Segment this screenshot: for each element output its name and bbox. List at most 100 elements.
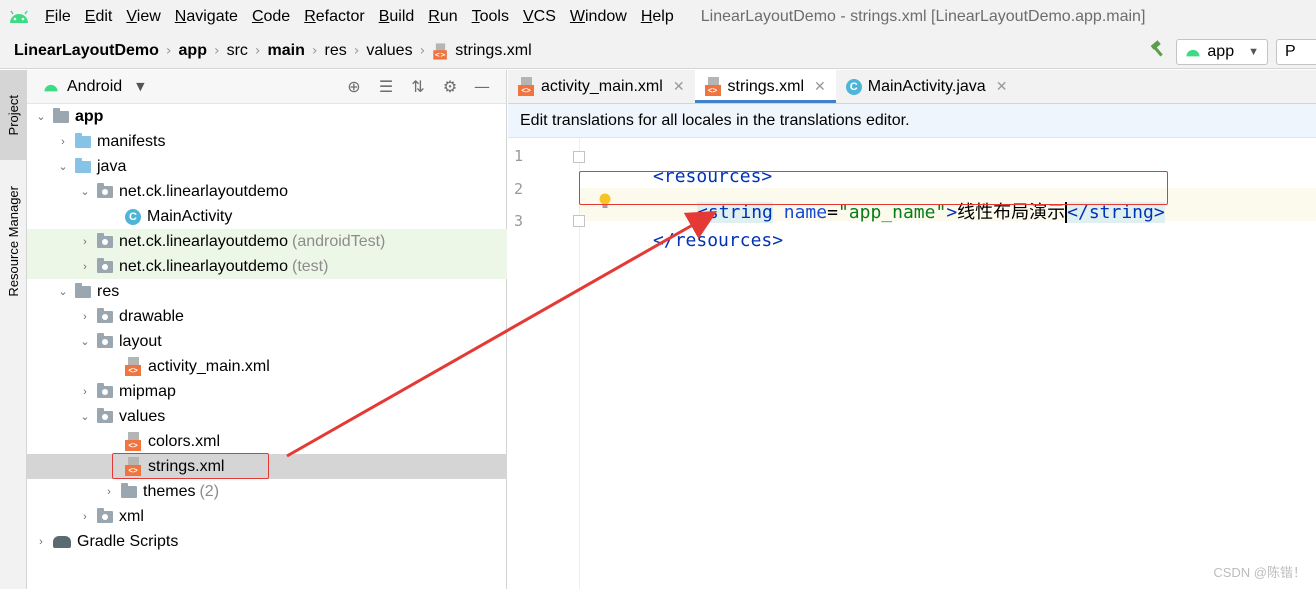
tab-project-tool[interactable]: Project	[0, 70, 27, 160]
tree-item-label: activity_main.xml	[148, 357, 270, 375]
menu-view[interactable]: View	[119, 8, 167, 26]
tree-item-gradle-scripts[interactable]: › Gradle Scripts	[27, 529, 507, 554]
chevron-right-icon[interactable]: ›	[79, 261, 91, 273]
tree-item-label: app	[75, 107, 104, 125]
xml-tag: </resources>	[653, 230, 784, 251]
menu-tools[interactable]: Tools	[465, 8, 516, 26]
folder-icon	[97, 307, 113, 323]
tree-item-mipmap[interactable]: › mipmap	[27, 379, 507, 404]
menu-run[interactable]: Run	[421, 8, 464, 26]
chevron-down-icon[interactable]: ⌄	[79, 335, 91, 348]
chevron-right-icon[interactable]: ›	[35, 536, 47, 548]
chevron-down-icon[interactable]: ▼	[136, 80, 144, 93]
menu-file[interactable]: File	[38, 8, 78, 26]
tree-item-colors-xml[interactable]: <> colors.xml	[27, 429, 507, 454]
tree-item-java[interactable]: ⌄ java	[27, 154, 507, 179]
xml-tag: </string>	[1065, 202, 1165, 223]
chevron-right-icon[interactable]: ›	[103, 486, 115, 498]
chevron-right-icon: ›	[213, 43, 220, 59]
tree-item-activity-main-xml[interactable]: <> activity_main.xml	[27, 354, 507, 379]
package-icon	[97, 232, 113, 248]
menu-code[interactable]: Code	[245, 8, 297, 26]
breadcrumb-res[interactable]: res	[324, 42, 346, 60]
collapse-all-icon[interactable]: ⇅	[402, 77, 434, 96]
tab-mainactivity-java[interactable]: C MainActivity.java ✕	[836, 70, 1018, 103]
gutter: 1 2 3	[508, 138, 585, 589]
xml-equals: =	[827, 202, 838, 223]
chevron-right-icon[interactable]: ›	[79, 236, 91, 248]
run-config-label: app	[1207, 42, 1235, 60]
tree-item-label: net.ck.linearlayoutdemo	[119, 257, 288, 275]
tree-item-layout[interactable]: ⌄ layout	[27, 329, 507, 354]
folder-icon	[97, 332, 113, 348]
chevron-right-icon: ›	[419, 43, 426, 59]
string-value: 线性布局演示	[957, 202, 1066, 223]
menu-edit[interactable]: Edit	[78, 8, 120, 26]
chevron-right-icon[interactable]: ›	[79, 311, 91, 323]
tree-item-package-androidtest[interactable]: › net.ck.linearlayoutdemo (androidTest)	[27, 229, 507, 254]
breadcrumb-module[interactable]: app	[179, 42, 207, 60]
tree-item-res[interactable]: ⌄ res	[27, 279, 507, 304]
project-view-selector[interactable]: Android	[67, 78, 122, 96]
code-area[interactable]: 1 2 3 <resources> <string name="app_name…	[508, 138, 1316, 589]
folder-icon	[121, 482, 137, 498]
tree-item-xml[interactable]: › xml	[27, 504, 507, 529]
tree-item-values[interactable]: ⌄ values	[27, 404, 507, 429]
close-icon[interactable]: ✕	[673, 78, 685, 95]
tree-item-label: themes	[143, 482, 196, 500]
chevron-right-icon[interactable]: ›	[57, 136, 69, 148]
breadcrumb-file[interactable]: strings.xml	[455, 42, 531, 60]
chevron-down-icon[interactable]: ⌄	[79, 410, 91, 423]
chevron-down-icon[interactable]: ⌄	[57, 160, 69, 173]
menu-help[interactable]: Help	[634, 8, 681, 26]
menu-window[interactable]: Window	[563, 8, 634, 26]
close-icon[interactable]: ✕	[814, 78, 826, 95]
run-config-dropdown[interactable]: app ▼	[1176, 38, 1268, 65]
window-title: LinearLayoutDemo - strings.xml [LinearLa…	[700, 8, 1146, 25]
device-dropdown[interactable]: P	[1276, 38, 1316, 65]
close-icon[interactable]: ✕	[996, 78, 1008, 95]
tree-item-themes[interactable]: › themes (2)	[27, 479, 507, 504]
expand-all-icon[interactable]: ☰	[370, 77, 402, 96]
tree-item-drawable[interactable]: › drawable	[27, 304, 507, 329]
menu-navigate[interactable]: Navigate	[168, 8, 245, 26]
menu-vcs[interactable]: VCS	[516, 8, 563, 26]
tab-activity-main-xml[interactable]: <> activity_main.xml ✕	[508, 70, 695, 103]
hide-panel-icon[interactable]: —	[466, 77, 498, 96]
locate-file-icon[interactable]: ⊕	[338, 77, 370, 96]
editor-tabs: <> activity_main.xml ✕ <> strings.xml ✕ …	[508, 70, 1316, 104]
gradle-elephant-icon	[53, 535, 71, 548]
tree-item-label: colors.xml	[148, 432, 221, 450]
chevron-down-icon[interactable]: ⌄	[35, 110, 47, 123]
fold-marker-icon[interactable]	[573, 215, 585, 227]
breadcrumb-project[interactable]: LinearLayoutDemo	[14, 42, 159, 60]
build-hammer-icon[interactable]	[1140, 40, 1176, 63]
menu-refactor[interactable]: Refactor	[297, 8, 371, 26]
fold-marker-icon[interactable]	[573, 151, 585, 163]
tab-resource-manager[interactable]: Resource Manager	[0, 166, 27, 316]
device-label: P	[1285, 42, 1296, 60]
tree-item-mainactivity[interactable]: C MainActivity	[27, 204, 507, 229]
line-number: 2	[514, 180, 524, 198]
breadcrumb-src[interactable]: src	[227, 42, 248, 60]
module-folder-icon	[53, 107, 69, 123]
tab-strings-xml[interactable]: <> strings.xml ✕	[694, 70, 836, 103]
annotation-box-strings-file	[112, 453, 269, 479]
tree-item-package[interactable]: ⌄ net.ck.linearlayoutdemo	[27, 179, 507, 204]
chevron-down-icon[interactable]: ⌄	[79, 185, 91, 198]
banner-text: Edit translations for all locales in the…	[520, 111, 910, 129]
xml-file-icon: <>	[704, 77, 722, 96]
tree-item-manifests[interactable]: › manifests	[27, 129, 507, 154]
tree-item-app[interactable]: ⌄ app	[27, 104, 507, 129]
breadcrumb-main[interactable]: main	[268, 42, 305, 60]
breadcrumb-values[interactable]: values	[366, 42, 412, 60]
chevron-right-icon[interactable]: ›	[79, 511, 91, 523]
settings-gear-icon[interactable]: ⚙	[434, 77, 466, 96]
chevron-right-icon[interactable]: ›	[79, 386, 91, 398]
translations-banner[interactable]: Edit translations for all locales in the…	[508, 104, 1316, 138]
folder-icon	[97, 507, 113, 523]
tree-item-label: java	[97, 157, 127, 175]
chevron-down-icon[interactable]: ⌄	[57, 285, 69, 298]
tree-item-package-test[interactable]: › net.ck.linearlayoutdemo (test)	[27, 254, 507, 279]
menu-build[interactable]: Build	[372, 8, 422, 26]
